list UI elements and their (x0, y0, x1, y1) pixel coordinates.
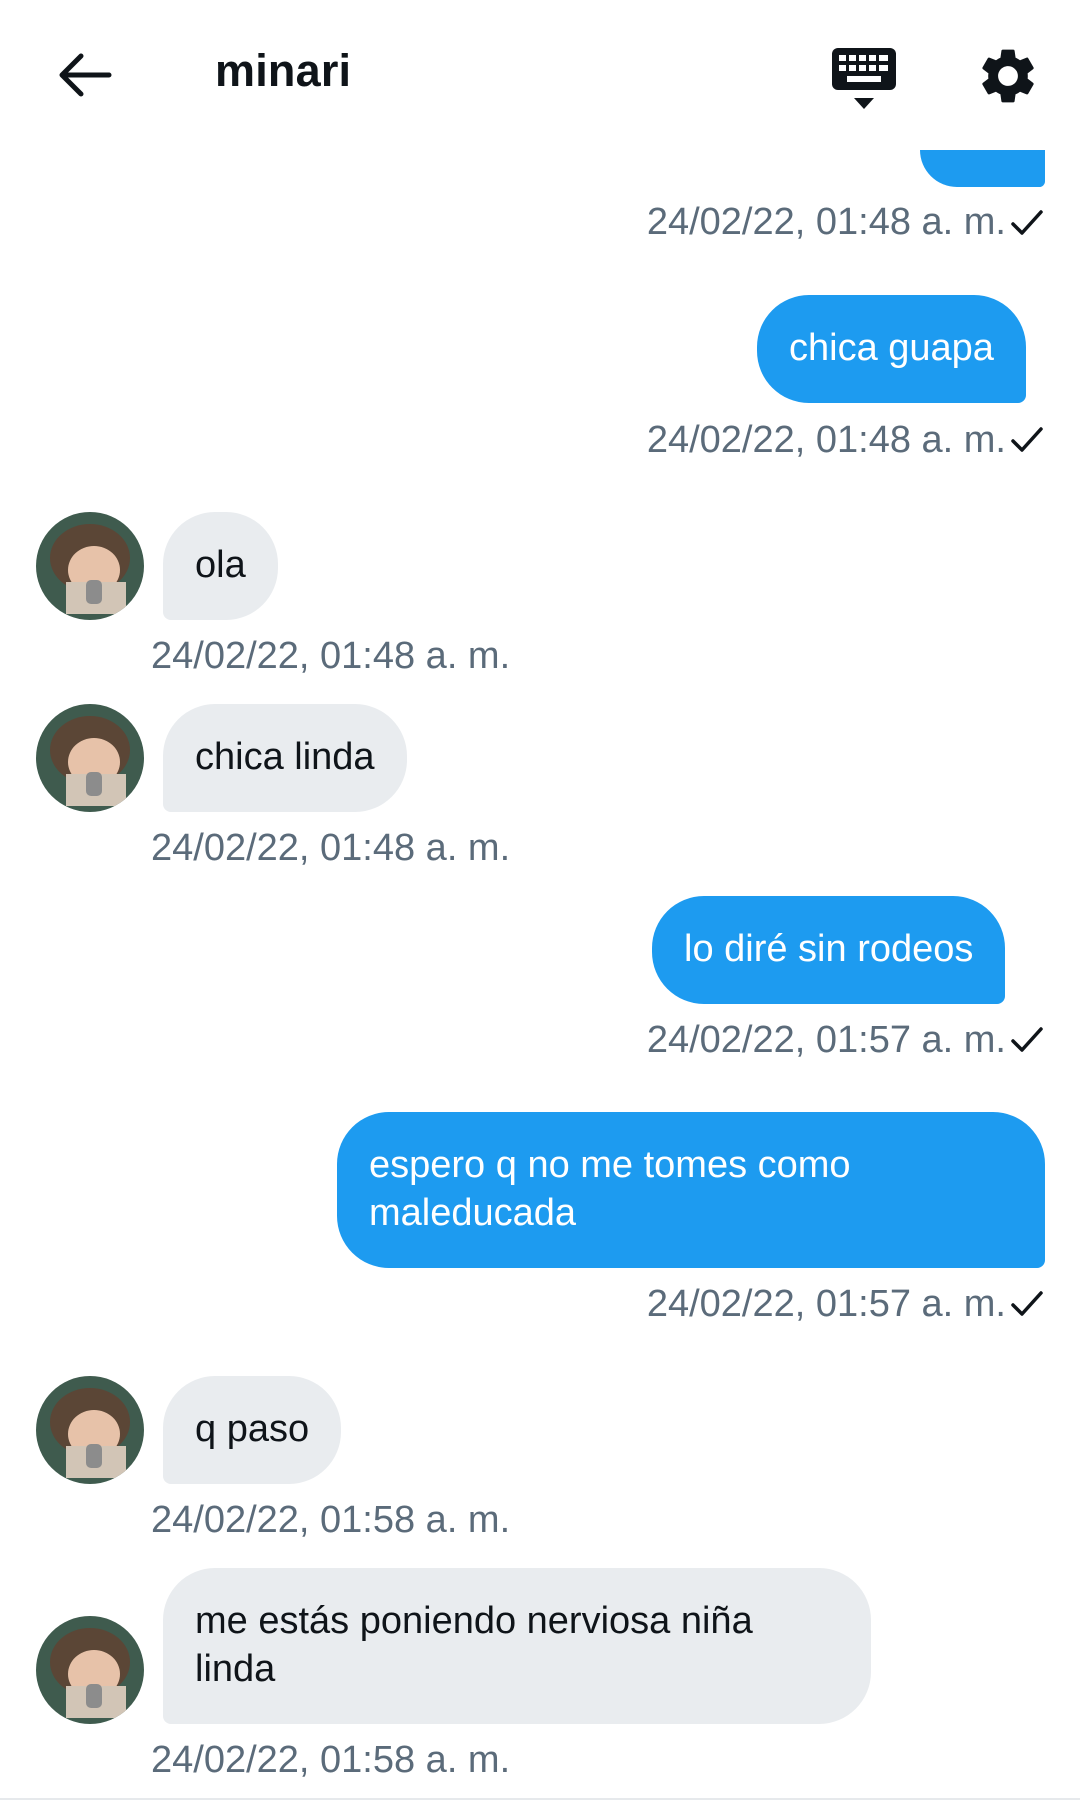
message-timestamp: 24/02/22, 01:57 a. m. (646, 1283, 1006, 1325)
chat-screen: 24/02/22, 01:48 a. m. chica guapa 24/02/… (0, 0, 1080, 1800)
keyboard-toggle-button[interactable] (830, 46, 898, 112)
chat-title[interactable]: minari (215, 45, 351, 97)
contact-avatar[interactable] (36, 704, 144, 812)
outgoing-message-bubble[interactable]: espero q no me tomes como maleducada (337, 1112, 1045, 1268)
message-timestamp: 24/02/22, 01:48 a. m. (646, 419, 1006, 461)
incoming-message-bubble[interactable]: ola (163, 512, 278, 620)
outgoing-message-bubble[interactable] (920, 150, 1045, 187)
sent-check-icon (1011, 427, 1043, 452)
message-list[interactable]: 24/02/22, 01:48 a. m. chica guapa 24/02/… (0, 0, 1080, 1800)
outgoing-message-bubble[interactable]: chica guapa (757, 295, 1026, 403)
back-button[interactable] (52, 42, 118, 108)
sent-check-icon (1011, 210, 1043, 235)
outgoing-message-bubble[interactable]: lo diré sin rodeos (652, 896, 1006, 1004)
gear-icon (982, 49, 1034, 103)
incoming-message-bubble[interactable]: q paso (163, 1376, 342, 1484)
settings-button[interactable] (975, 43, 1041, 109)
message-timestamp: 24/02/22, 01:48 a. m. (151, 827, 511, 869)
message-timestamp: 24/02/22, 01:58 a. m. (151, 1739, 511, 1781)
incoming-message-bubble[interactable]: chica linda (163, 704, 407, 812)
contact-avatar[interactable] (36, 1376, 144, 1484)
message-timestamp: 24/02/22, 01:48 a. m. (151, 635, 511, 677)
sent-check-icon (1011, 1027, 1043, 1052)
incoming-message-bubble[interactable]: me estás poniendo nerviosa niña linda (163, 1568, 871, 1724)
sent-check-icon (1011, 1291, 1043, 1316)
contact-avatar[interactable] (36, 1616, 144, 1724)
arrow-left-icon (59, 53, 112, 97)
message-timestamp: 24/02/22, 01:58 a. m. (151, 1499, 511, 1541)
message-timestamp: 24/02/22, 01:48 a. m. (646, 201, 1006, 243)
chat-header: minari (0, 0, 1080, 150)
message-timestamp: 24/02/22, 01:57 a. m. (646, 1019, 1006, 1061)
keyboard-icon (832, 48, 896, 109)
contact-avatar[interactable] (36, 512, 144, 620)
